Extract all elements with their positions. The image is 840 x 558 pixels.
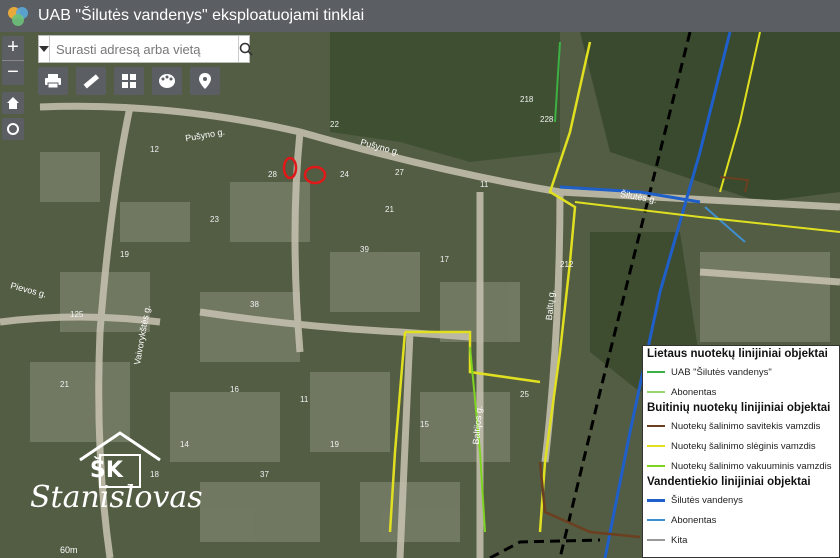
search-button[interactable] (238, 36, 253, 62)
app-logo-icon (6, 4, 30, 28)
zoom-out-button[interactable]: − (2, 61, 24, 85)
legend-item-label: Nuotekų šalinimo vakuuminis vamzdis (671, 460, 832, 472)
legend-item: Šilutės vandenys (647, 490, 839, 510)
parcel-number: 212 (560, 260, 574, 269)
legend-item: Nuotekų šalinimo vakuuminis vamzdis (647, 456, 839, 476)
parcel-number: 23 (210, 215, 219, 224)
parcel-number: 19 (330, 440, 339, 449)
legend-item: Nuotekų šalinimo slėginis vamzdis (647, 436, 839, 456)
legend-item: Kita (647, 530, 839, 550)
pin-icon (199, 73, 211, 89)
print-button[interactable] (38, 67, 68, 95)
legend-section: Lietaus nuotekų linijiniai objektai UAB … (647, 348, 839, 402)
parcel-number: 125 (70, 310, 84, 319)
parcel-number: 27 (395, 168, 404, 177)
legend-item-label: Šilutės vandenys (671, 494, 743, 506)
measure-button[interactable] (76, 67, 106, 95)
legend-item: UAB "Šilutės vandenys" (647, 362, 839, 382)
parcel-number: 22 (330, 120, 339, 129)
caret-down-icon (39, 46, 49, 52)
legend-item-label: Nuotekų šalinimo savitekis vamzdis (671, 420, 821, 432)
app-title: UAB "Šilutės vandenys" eksploatuojami ti… (38, 7, 365, 24)
legend-item-label: Nuotekų šalinimo slėginis vamzdis (671, 440, 816, 452)
parcel-number: 218 (520, 95, 534, 104)
search-icon (239, 42, 253, 56)
legend-swatch (647, 519, 665, 521)
legend-section-title: Lietaus nuotekų linijiniai objektai (647, 348, 828, 360)
legend-section: Buitinių nuotekų linijiniai objektai Nuo… (647, 402, 839, 476)
legend-item-label: Abonentas (671, 514, 717, 526)
legend-item-label: Abonentas (671, 386, 717, 398)
home-icon (7, 97, 19, 109)
parcel-number: 24 (340, 170, 349, 179)
legend-swatch (647, 539, 665, 541)
parcel-number: 15 (420, 420, 429, 429)
parcel-number: 38 (250, 300, 259, 309)
legend-swatch (647, 425, 665, 427)
title-bar: UAB "Šilutės vandenys" eksploatuojami ti… (0, 0, 840, 32)
legend-swatch (647, 445, 665, 447)
watermark-logo: ŠK Stanislovas (20, 430, 203, 530)
zoom-in-button[interactable]: + (2, 36, 24, 60)
legend-item-label: Kita (671, 534, 688, 546)
parcel-number: 21 (60, 380, 69, 389)
home-button[interactable] (2, 92, 24, 114)
parcel-number: 21 (385, 205, 394, 214)
search-widget (38, 35, 253, 63)
search-source-dropdown[interactable] (39, 36, 50, 62)
parcel-number: 28 (268, 170, 277, 179)
layer-style-button[interactable] (152, 67, 182, 95)
legend-item: Nuotekų šalinimo savitekis vamzdis (647, 416, 839, 436)
locate-tool-button[interactable] (190, 67, 220, 95)
legend-section-title: Buitinių nuotekų linijiniai objektai (647, 402, 831, 414)
locate-button[interactable] (2, 118, 24, 140)
legend-swatch (647, 498, 665, 502)
parcel-number: 39 (360, 245, 369, 254)
toolbar (38, 67, 220, 95)
parcel-number: 19 (120, 250, 129, 259)
legend-swatch (647, 465, 665, 467)
parcel-number: 16 (230, 385, 239, 394)
parcel-number: 11 (480, 180, 489, 189)
legend-item: Abonentas (647, 510, 839, 530)
parcel-number: 12 (150, 145, 159, 154)
watermark-brand: Stanislovas (30, 480, 203, 515)
parcel-number: 11 (300, 395, 309, 404)
parcel-number: 25 (520, 390, 529, 399)
zoom-control: + − (2, 36, 24, 85)
legend-swatch (647, 391, 665, 393)
locate-icon (7, 123, 19, 135)
ruler-icon (83, 74, 100, 89)
legend-swatch (647, 371, 665, 373)
parcel-number: 37 (260, 470, 269, 479)
legend-item: Abonentas (647, 382, 839, 402)
legend-section: Vandentiekio linijiniai objektai Šilutės… (647, 476, 839, 550)
legend-item-label: UAB "Šilutės vandenys" (671, 366, 772, 378)
search-input[interactable] (50, 36, 238, 62)
legend-panel: Lietaus nuotekų linijiniai objektai UAB … (642, 345, 840, 558)
parcel-number: 228 (540, 115, 554, 124)
printer-icon (45, 74, 61, 89)
grid-icon (122, 74, 136, 88)
basemap-gallery-button[interactable] (114, 67, 144, 95)
scale-bar-label: 60m (60, 545, 78, 555)
palette-icon (159, 74, 175, 88)
parcel-number: 17 (440, 255, 449, 264)
legend-section-title: Vandentiekio linijiniai objektai (647, 476, 811, 488)
